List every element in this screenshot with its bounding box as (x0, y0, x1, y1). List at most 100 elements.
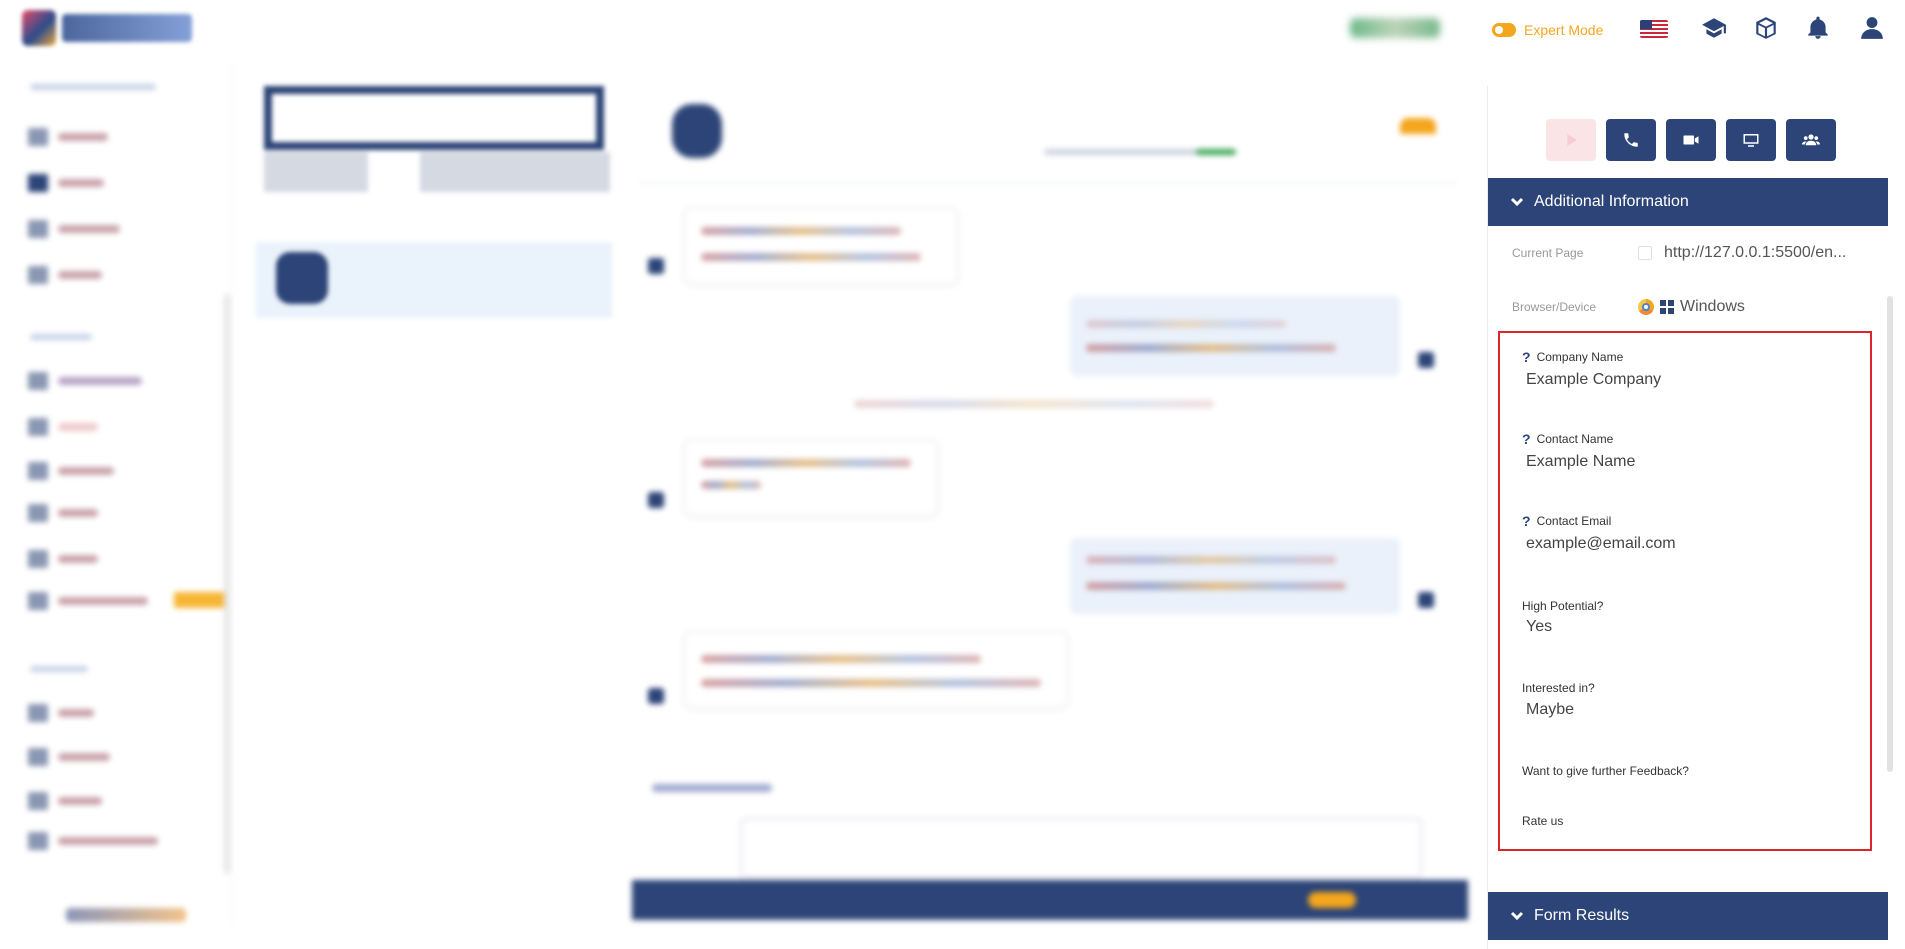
sidebar-item[interactable] (28, 462, 114, 480)
contact-email-value: example@email.com (1526, 535, 1676, 552)
bell-icon[interactable] (1802, 12, 1834, 44)
chat-list-panel (256, 82, 612, 924)
sidebar-item[interactable] (28, 832, 158, 850)
question-icon: ? (1522, 349, 1531, 365)
browser-device-value: Windows (1680, 298, 1745, 315)
sidebar-item[interactable] (28, 704, 94, 722)
avatar (648, 688, 664, 704)
browser-device-label: Browser/Device (1512, 300, 1597, 314)
graduation-cap-icon[interactable] (1698, 12, 1730, 44)
company-name-label: ? Company Name (1522, 349, 1624, 365)
divider (640, 182, 1456, 184)
windows-icon (1660, 300, 1674, 314)
avatar (672, 104, 722, 158)
additional-information-header[interactable]: Additional Information (1488, 178, 1888, 226)
sidebar-heading (30, 666, 88, 672)
play-icon (1567, 134, 1577, 146)
status-indicator (1350, 18, 1440, 38)
sidebar-item[interactable] (28, 504, 98, 522)
interested-in-label: Interested in? (1522, 681, 1595, 695)
chat-search-input[interactable] (264, 86, 604, 150)
sidebar-item[interactable] (28, 550, 98, 568)
video-icon (1683, 135, 1699, 145)
message-incoming (684, 632, 1068, 708)
sidebar-item[interactable] (28, 266, 102, 284)
expert-mode-label: Expert Mode (1524, 22, 1604, 38)
rate-us-label: Rate us (1522, 814, 1564, 828)
message-composer[interactable] (740, 818, 1422, 878)
system-message (854, 400, 1214, 408)
left-sidebar (0, 62, 232, 924)
sidebar-item[interactable] (28, 372, 142, 390)
video-button[interactable] (1666, 119, 1716, 161)
sidebar-item[interactable] (28, 174, 104, 192)
sidebar-heading (30, 84, 156, 90)
app-logo[interactable] (18, 6, 198, 52)
expert-mode-toggle[interactable]: Expert Mode (1492, 20, 1603, 40)
message-outgoing (1070, 538, 1400, 614)
high-potential-value: Yes (1526, 618, 1553, 635)
toggle-switch[interactable] (1492, 23, 1516, 37)
phone-button[interactable] (1606, 119, 1656, 161)
further-feedback-label: Want to give further Feedback? (1522, 764, 1689, 778)
sidebar-badge (174, 592, 226, 608)
right-panel-scrollbar[interactable] (1887, 296, 1893, 772)
sidebar-scrollbar[interactable] (224, 294, 230, 874)
section-title: Additional Information (1534, 193, 1689, 210)
chevron-down-icon (1510, 909, 1524, 923)
sidebar-item[interactable] (28, 792, 102, 810)
avatar (1418, 352, 1434, 368)
composer-toolbar[interactable] (632, 880, 1468, 920)
form-data-box: ? Company Name Example Company ? Contact N… (1498, 331, 1872, 851)
message-incoming (684, 440, 938, 516)
users-icon (1802, 134, 1820, 146)
sidebar-item[interactable] (28, 220, 120, 238)
chevron-down-icon (1510, 195, 1524, 209)
conversation-panel (632, 82, 1468, 924)
browser-device-row: Browser/Device Windows (1512, 298, 1884, 316)
sidebar-item[interactable] (28, 128, 108, 146)
top-bar: Expert Mode (0, 0, 1905, 62)
right-info-panel: Additional Information Current Page http… (1487, 86, 1893, 949)
current-page-row: Current Page http://127.0.0.1:5500/en... (1512, 244, 1884, 262)
user-icon[interactable] (1856, 12, 1888, 44)
contact-email-label: ? Contact Email (1522, 513, 1612, 529)
screen-share-button[interactable] (1726, 119, 1776, 161)
question-icon: ? (1522, 513, 1531, 529)
message-outgoing (1070, 296, 1400, 376)
conversation-progress-bar (1044, 149, 1236, 155)
play-button[interactable] (1546, 119, 1596, 161)
question-icon: ? (1522, 431, 1531, 447)
group-button[interactable] (1786, 119, 1836, 161)
avatar (648, 258, 664, 274)
message-incoming (684, 208, 958, 284)
user-icon (1638, 246, 1652, 260)
section-title: Form Results (1534, 907, 1630, 924)
language-flag-icon[interactable] (1640, 20, 1668, 38)
status-icon (1400, 118, 1436, 134)
avatar (648, 492, 664, 508)
composer-options[interactable] (652, 784, 772, 792)
form-results-header[interactable]: Form Results (1488, 892, 1888, 940)
interested-in-value: Maybe (1526, 701, 1575, 718)
chat-list-tabs[interactable] (264, 152, 610, 192)
phone-icon (1624, 133, 1638, 147)
high-potential-label: High Potential? (1522, 599, 1604, 613)
cube-icon[interactable] (1750, 12, 1782, 44)
tab-active[interactable] (368, 152, 420, 192)
avatar (1418, 592, 1434, 608)
action-buttons (1546, 119, 1836, 161)
monitor-icon (1743, 134, 1759, 147)
current-page-value[interactable]: http://127.0.0.1:5500/en... (1664, 244, 1846, 262)
sidebar-item[interactable] (28, 418, 98, 436)
sidebar-item[interactable] (28, 592, 148, 610)
sidebar-heading (30, 334, 92, 340)
current-page-label: Current Page (1512, 246, 1584, 260)
company-name-value: Example Company (1526, 371, 1662, 388)
chrome-icon (1638, 299, 1654, 315)
contact-name-value: Example Name (1526, 453, 1636, 470)
avatar (276, 252, 328, 304)
sidebar-item[interactable] (28, 748, 110, 766)
contact-name-label: ? Contact Name (1522, 431, 1614, 447)
sidebar-footer (66, 908, 186, 922)
